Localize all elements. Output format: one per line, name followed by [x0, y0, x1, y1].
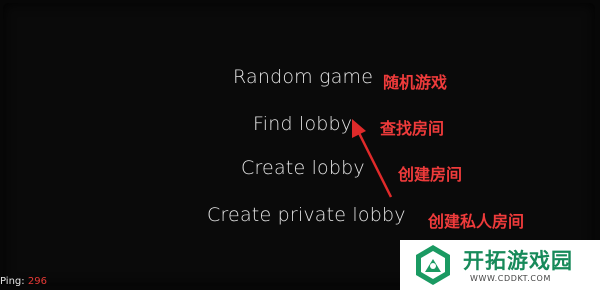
watermark-title: 开拓游戏园: [463, 249, 573, 273]
ping-value: 296: [27, 276, 47, 287]
watermark-banner: 开拓游戏园 WWW.CDDKT.COM: [400, 240, 600, 290]
find-lobby-button[interactable]: Find lobby: [253, 113, 352, 135]
ping-label: Ping:: [0, 276, 25, 287]
game-screen: Random game Find lobby Create lobby Crea…: [0, 0, 600, 290]
watermark-url: WWW.CDDKT.COM: [470, 274, 551, 283]
find-lobby-annotation: 查找房间: [380, 119, 445, 138]
create-private-lobby-annotation: 创建私人房间: [428, 212, 525, 231]
ping-readout: Ping: 296: [0, 276, 47, 287]
random-game-annotation: 随机游戏: [383, 73, 448, 92]
watermark-logo-icon: [416, 245, 450, 285]
create-lobby-annotation: 创建房间: [398, 165, 463, 184]
create-private-lobby-button[interactable]: Create private lobby: [207, 204, 406, 226]
random-game-button[interactable]: Random game: [233, 66, 373, 88]
create-lobby-button[interactable]: Create lobby: [241, 157, 365, 179]
